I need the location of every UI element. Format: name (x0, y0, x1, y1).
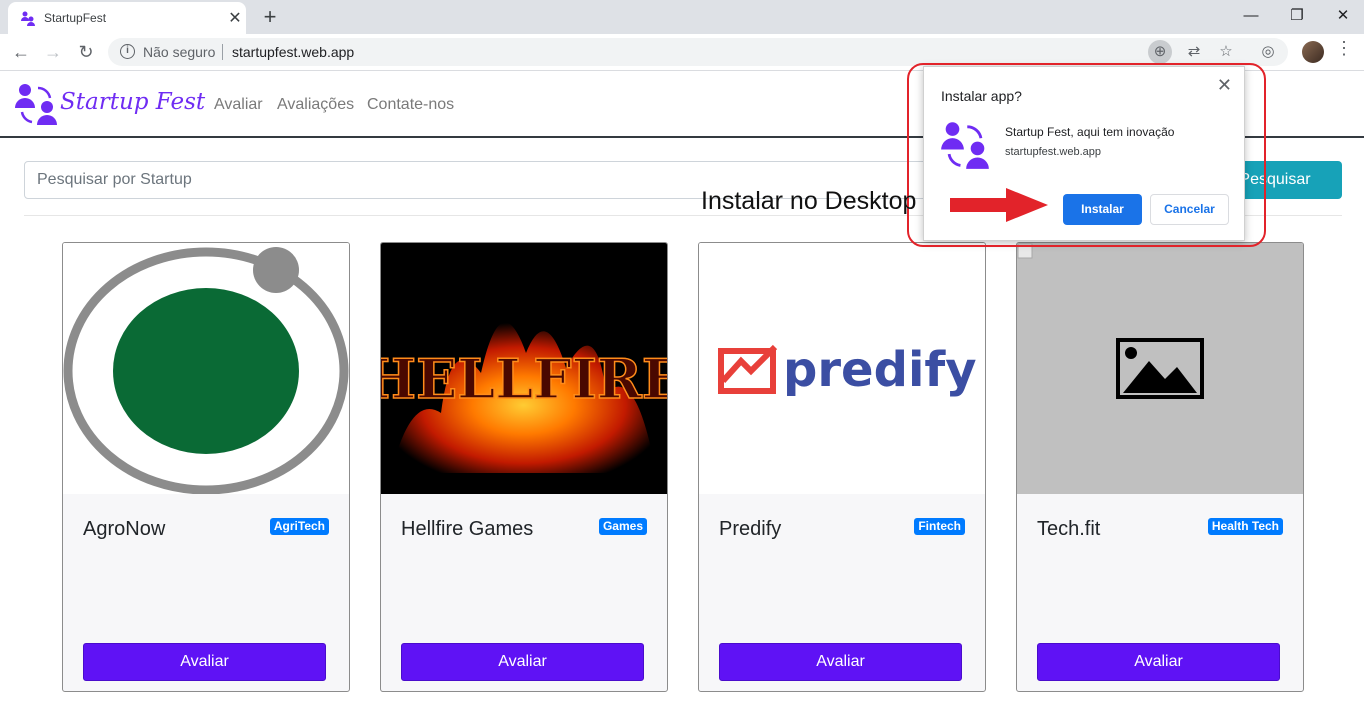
avaliar-button[interactable]: Avaliar (719, 643, 962, 681)
startup-card-agronow: AgroNow AgriTech Avaliar (62, 242, 350, 692)
nav-link-contate[interactable]: Contate-nos (367, 96, 454, 114)
new-tab-button[interactable]: + (260, 4, 280, 30)
card-title: AgroNow (83, 518, 166, 540)
close-window-button[interactable]: ✕ (1320, 2, 1364, 30)
star-icon[interactable]: ☆ (1214, 40, 1238, 64)
annotation-text: Instalar no Desktop (701, 187, 917, 215)
omnibox-separator (222, 44, 223, 60)
logo-icon (15, 84, 57, 125)
card-title: Tech.fit (1037, 518, 1101, 540)
avaliar-button[interactable]: Avaliar (1037, 643, 1280, 681)
avaliar-button[interactable]: Avaliar (401, 643, 644, 681)
browser-tab[interactable]: StartupFest ✕ (8, 2, 246, 34)
hellfire-logo-icon: HELLFIRE (381, 322, 667, 473)
nav-link-avaliacoes[interactable]: Avaliações (277, 96, 354, 114)
startup-card-hellfire: HELLFIRE Hellfire Games Games Avaliar (380, 242, 668, 692)
extension-icon[interactable]: ◎ (1256, 40, 1280, 64)
forward-icon[interactable]: → (40, 39, 66, 65)
tab-title: StartupFest (44, 11, 107, 25)
card-image: HELLFIRE (381, 243, 667, 494)
menu-icon[interactable]: ⋮ (1334, 38, 1354, 59)
category-badge: Fintech (914, 518, 965, 535)
address-bar[interactable]: i Não seguro startupfest.web.app ⊕ ⇄ ☆ (108, 38, 1288, 66)
avatar[interactable] (1302, 41, 1324, 63)
browser-tabstrip: StartupFest ✕ + — ❐ ✕ (0, 0, 1364, 34)
category-badge: AgriTech (269, 518, 329, 535)
favicon-icon (21, 11, 35, 26)
back-icon[interactable]: ← (8, 39, 34, 65)
card-title: Hellfire Games (401, 518, 534, 540)
card-image: predify (699, 243, 985, 494)
arrow-right-icon (950, 188, 1048, 222)
startup-card-techfit: Tech.fit Health Tech Avaliar (1016, 242, 1304, 692)
predify-logo-icon: predify (718, 342, 977, 398)
category-badge: Health Tech (1207, 518, 1283, 535)
restore-button[interactable]: ❐ (1274, 2, 1320, 30)
card-image (63, 243, 349, 494)
install-app-icon[interactable]: ⊕ (1148, 40, 1172, 64)
image-placeholder-icon (1017, 243, 1204, 399)
category-badge: Games (598, 518, 647, 535)
hellfire-logo-text: HELLFIRE (381, 347, 667, 411)
avaliar-button[interactable]: Avaliar (83, 643, 326, 681)
card-image (1017, 243, 1303, 494)
translate-icon[interactable]: ⇄ (1182, 40, 1206, 64)
url-text[interactable]: startupfest.web.app (232, 44, 354, 60)
logo-text[interactable]: Startup Fest (60, 89, 205, 115)
agronow-logo-icon (63, 247, 349, 494)
startup-card-predify: predify Predify Fintech Avaliar (698, 242, 986, 692)
predify-logo-text: predify (783, 342, 977, 398)
reload-icon[interactable]: ↻ (73, 39, 99, 65)
minimize-button[interactable]: — (1228, 2, 1274, 30)
security-label[interactable]: Não seguro (143, 44, 215, 60)
nav-link-avaliar[interactable]: Avaliar (214, 96, 263, 114)
tab-close-icon[interactable]: ✕ (226, 8, 244, 28)
info-icon[interactable]: i (120, 44, 135, 59)
card-title: Predify (719, 518, 782, 540)
